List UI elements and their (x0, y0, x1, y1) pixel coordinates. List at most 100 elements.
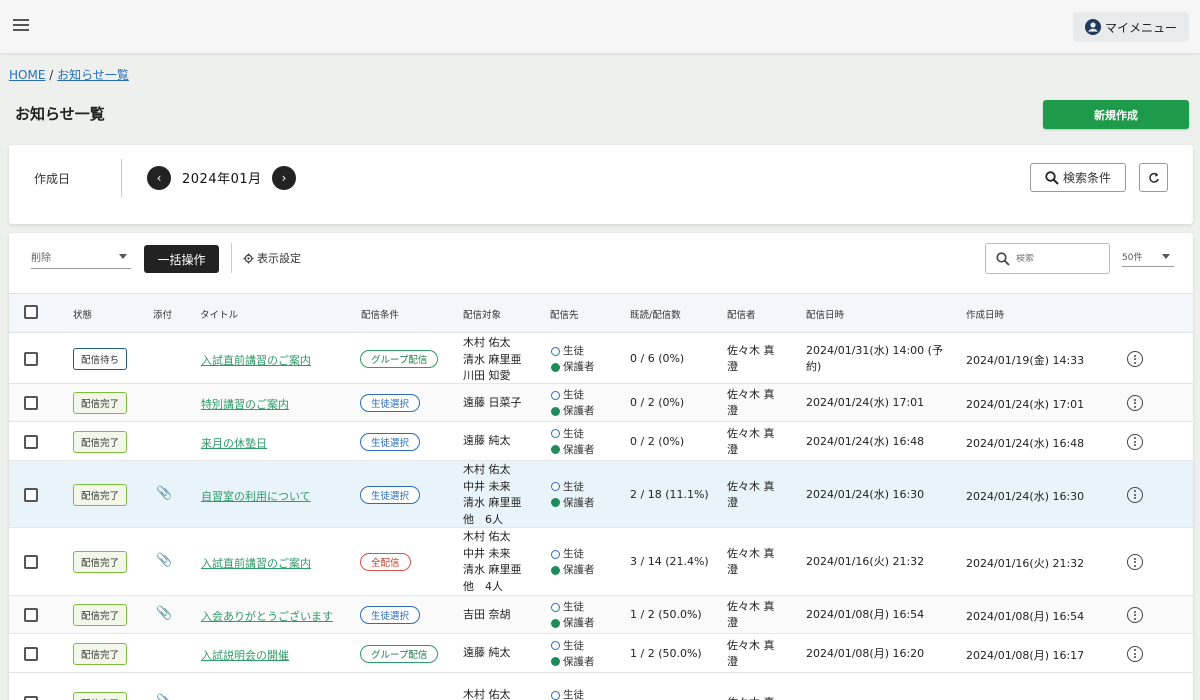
condition-chip: 生徒選択 (360, 394, 421, 412)
row-checkbox[interactable] (24, 487, 38, 502)
row-checkbox[interactable] (24, 434, 38, 449)
column-header: 配信条件 (361, 310, 400, 321)
sender-name: 佐々木 真澄 (727, 479, 787, 511)
bulk-operation-button[interactable]: 一括操作 (144, 245, 219, 273)
more-options-icon[interactable] (1127, 351, 1143, 367)
notice-title-link[interactable]: 入試説明会の開催 (201, 647, 289, 663)
paperclip-icon[interactable]: 📎 (156, 694, 172, 700)
target-name: 木村 佑太 (463, 463, 511, 476)
sent-datetime: 2024/01/16(火) 21:32 (806, 554, 924, 570)
condition-chip: グループ配信 (360, 644, 439, 663)
search-input[interactable] (1016, 253, 1096, 264)
destination-student: 生徒 (551, 479, 595, 495)
destination-student: 生徒 (551, 638, 595, 654)
parent-icon (551, 618, 560, 628)
destination-label: 保護者 (563, 564, 595, 576)
row-checkbox[interactable] (24, 396, 38, 410)
destination-label: 生徒 (563, 427, 584, 440)
sender-line: 佐々木 真 (727, 426, 775, 440)
more-options-icon[interactable] (1127, 486, 1143, 503)
more-options-icon[interactable] (1127, 395, 1143, 411)
search-field[interactable] (985, 243, 1110, 274)
destination-list: 生徒 保護者 (551, 387, 595, 419)
refresh-button[interactable] (1139, 163, 1168, 192)
chevron-left-icon: ‹ (156, 171, 162, 185)
new-create-button[interactable]: 新規作成 (1043, 100, 1189, 129)
paperclip-icon[interactable]: 📎 (156, 486, 172, 501)
sent-datetime-line: 2024/01/24(水) 16:48 (806, 434, 925, 448)
sent-datetime-line: 2024/01/16(火) 21:32 (806, 555, 925, 568)
current-month: 2024年01月 (182, 172, 262, 187)
search-conditions-button[interactable]: 検索条件 (1030, 163, 1126, 192)
notice-title-link[interactable]: 入試直前講習のご案内 (201, 352, 311, 368)
more-options-icon[interactable] (1127, 433, 1143, 450)
hamburger-menu-icon[interactable] (13, 19, 29, 33)
destination-student: 生徒 (551, 599, 595, 615)
status-badge: 配信待ち (73, 348, 127, 370)
top-bar: マイメニュー (0, 0, 1200, 54)
created-datetime: 2024/01/08(月) 16:54 (966, 610, 1085, 623)
prev-month-button[interactable]: ‹ (147, 166, 171, 190)
sent-datetime-line: 2024/01/08(月) 16:54 (806, 608, 925, 621)
paperclip-icon[interactable]: 📎 (156, 553, 172, 568)
notice-title-link[interactable]: 自習室の利用について (201, 488, 311, 504)
sent-datetime-line: 約) (806, 360, 822, 373)
select-all-checkbox[interactable] (24, 305, 38, 319)
student-icon (551, 390, 560, 400)
destination-parent: 保護者 (551, 442, 595, 458)
destination-parent: 保護者 (551, 615, 595, 631)
display-settings-label: 表示設定 (257, 252, 301, 265)
destination-label: 保護者 (563, 405, 595, 417)
row-checkbox[interactable] (24, 608, 38, 622)
destination-label: 生徒 (563, 389, 584, 401)
sent-datetime: 2024/01/24(水) 17:01 (806, 395, 924, 411)
condition-chip: 生徒選択 (360, 606, 421, 624)
display-settings-button[interactable]: 表示設定 (243, 250, 301, 266)
student-icon (551, 346, 560, 356)
destination-label: 保護者 (563, 496, 595, 509)
parent-icon (551, 657, 560, 666)
destination-parent: 保護者 (551, 562, 595, 578)
condition-chip: 生徒選択 (360, 485, 421, 504)
notice-title-link[interactable]: 入会ありがとうございます (201, 608, 333, 624)
sent-datetime-line: 2024/01/24(水) 16:30 (806, 487, 925, 501)
notice-title-link[interactable]: 来月の休塾日 (201, 435, 267, 451)
created-datetime: 2024/01/24(水) 16:30 (966, 489, 1085, 503)
notice-title-link[interactable]: 入試直前講習のご案内 (201, 555, 311, 571)
row-checkbox[interactable] (24, 555, 38, 569)
target-name: 木村 佑太 (463, 336, 511, 349)
created-datetime: 2024/01/24(水) 16:48 (966, 436, 1085, 450)
destination-list: 生徒 保護者 (551, 479, 595, 511)
table-header: 状態 添付 タイトル 配信条件 配信対象 配信先 既読/配信数 配信者 配信日時… (9, 293, 1193, 333)
table-row: 配信完了 📎 入会ありがとうございます 生徒選択 吉田 奈胡 生徒 保護者 1 / 2 … (9, 596, 1193, 634)
destination-label: 生徒 (563, 689, 584, 700)
per-page-select[interactable]: 50件 (1122, 247, 1174, 267)
parent-icon (551, 565, 560, 575)
next-month-button[interactable]: › (272, 166, 296, 190)
target-name: 遠藤 純太 (463, 646, 511, 660)
more-options-icon[interactable] (1127, 607, 1143, 623)
notice-title-link[interactable]: 特別講習のご案内 (201, 396, 289, 412)
student-icon (551, 549, 560, 559)
breadcrumb-current[interactable]: お知らせ一覧 (57, 68, 129, 82)
bulk-action-select[interactable]: 削除 (31, 247, 131, 269)
paperclip-icon[interactable]: 📎 (156, 606, 172, 621)
destination-parent: 保護者 (551, 359, 595, 375)
column-header: 配信日時 (806, 310, 845, 321)
more-options-icon[interactable] (1127, 645, 1143, 662)
created-datetime: 2024/01/16(火) 21:32 (966, 557, 1085, 570)
destination-label: 生徒 (563, 548, 584, 560)
row-checkbox[interactable] (24, 352, 38, 366)
target-name: 木村 佑太 (463, 530, 511, 543)
row-checkbox[interactable] (24, 646, 38, 661)
destination-label: 保護者 (563, 655, 595, 668)
target-name: 中井 未来 (463, 479, 511, 493)
row-checkbox[interactable] (24, 696, 38, 700)
more-options-icon[interactable] (1127, 554, 1143, 570)
breadcrumb-home[interactable]: HOME (9, 68, 45, 82)
my-menu-button[interactable]: マイメニュー (1073, 12, 1189, 42)
targets-list: 吉田 奈胡 (463, 607, 511, 624)
refresh-icon (1148, 172, 1159, 183)
target-name: 吉田 奈胡 (463, 607, 511, 621)
sender-name: 佐々木 真 (727, 695, 787, 700)
